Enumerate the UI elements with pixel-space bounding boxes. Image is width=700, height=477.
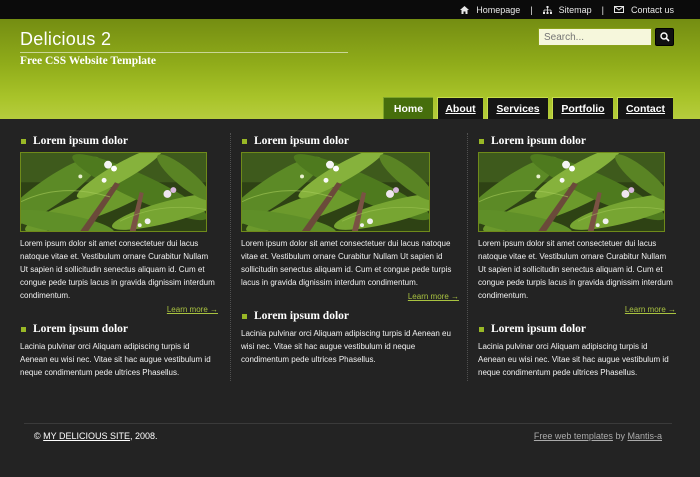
bullet-icon (242, 313, 247, 319)
section-text: Lorem ipsum dolor sit amet consectetuer … (241, 239, 452, 287)
footer-divider (24, 423, 672, 424)
learn-more-link[interactable]: Learn more → (20, 305, 218, 314)
section-heading: Lorem ipsum dolor (478, 321, 676, 337)
footer-copyright: © MY DELICIOUS SITE, 2008. (34, 431, 158, 441)
content-column-1: Lorem ipsum dolor Lorem ipsum dolor sit … (20, 133, 218, 379)
contact-us-link[interactable]: Contact us (613, 4, 674, 15)
sitemap-label: Sitemap (558, 4, 592, 15)
free-templates-link[interactable]: Free web templates (534, 431, 613, 441)
section-text: Lacinia pulvinar orci Aliquam adipiscing… (241, 329, 451, 364)
site-subtitle: Free CSS Website Template (20, 55, 156, 67)
search-icon (659, 32, 670, 42)
sitemap-link[interactable]: Sitemap (542, 4, 592, 15)
section-title: Lorem ipsum dolor (491, 135, 586, 147)
section-title: Lorem ipsum dolor (33, 135, 128, 147)
column-divider (467, 133, 468, 381)
plant-photo (20, 152, 207, 232)
contact-us-label: Contact us (630, 4, 674, 15)
section-title: Lorem ipsum dolor (33, 323, 128, 335)
section-text: Lacinia pulvinar orci Aliquam adipiscing… (478, 342, 669, 377)
search-button[interactable] (655, 28, 674, 46)
section-text: Lacinia pulvinar orci Aliquam adipiscing… (20, 342, 211, 377)
bullet-icon (479, 138, 484, 144)
section-title: Lorem ipsum dolor (491, 323, 586, 335)
section-heading: Lorem ipsum dolor (20, 133, 218, 149)
section-heading: Lorem ipsum dolor (20, 321, 218, 337)
bullet-icon (21, 326, 26, 332)
learn-more-link[interactable]: Learn more → (478, 305, 676, 314)
section-title: Lorem ipsum dolor (254, 310, 349, 322)
plant-photo (241, 152, 430, 232)
header: Delicious 2 Free CSS Website Template Ho… (0, 19, 700, 119)
tab-portfolio[interactable]: Portfolio (552, 97, 613, 119)
tab-home[interactable]: Home (383, 97, 433, 119)
bullet-icon (21, 138, 26, 144)
separator: | (530, 4, 533, 15)
sitemap-icon (542, 5, 552, 14)
plant-photo (478, 152, 665, 232)
section-title: Lorem ipsum dolor (254, 135, 349, 147)
homepage-link[interactable]: Homepage (460, 5, 520, 15)
section-text: Lorem ipsum dolor sit amet consectetuer … (20, 239, 215, 300)
tab-contact[interactable]: Contact (617, 97, 673, 119)
learn-more-link[interactable]: Learn more → (241, 292, 459, 301)
site-title[interactable]: Delicious 2 (20, 29, 111, 50)
content-column-2: Lorem ipsum dolor Lorem ipsum dolor sit … (241, 133, 459, 366)
title-divider (20, 52, 348, 53)
column-divider (230, 133, 231, 381)
bullet-icon (242, 138, 247, 144)
copyright-symbol: © (34, 431, 41, 441)
site-link[interactable]: MY DELICIOUS SITE (43, 431, 130, 441)
section-heading: Lorem ipsum dolor (241, 133, 459, 149)
tab-about[interactable]: About (437, 97, 483, 119)
search-input[interactable] (538, 28, 652, 46)
home-icon (460, 5, 470, 14)
top-links: Homepage | Sitemap | Contact us (460, 0, 674, 19)
homepage-label: Homepage (476, 4, 521, 15)
content-column-3: Lorem ipsum dolor Lorem ipsum dolor sit … (478, 133, 676, 379)
author-link[interactable]: Mantis-a (627, 431, 662, 441)
top-bar: Homepage | Sitemap | Contact us (0, 0, 700, 19)
by-text: by (615, 431, 625, 441)
tab-services[interactable]: Services (487, 97, 548, 119)
year-text: , 2008. (130, 431, 158, 441)
separator: | (601, 4, 604, 15)
section-text: Lorem ipsum dolor sit amet consectetuer … (478, 239, 673, 300)
section-heading: Lorem ipsum dolor (478, 133, 676, 149)
footer-credits: Free web templates by Mantis-a (534, 431, 662, 441)
main-nav: Home About Services Portfolio Contact (383, 97, 673, 119)
mail-icon (613, 6, 624, 13)
section-heading: Lorem ipsum dolor (241, 308, 459, 324)
bullet-icon (479, 326, 484, 332)
